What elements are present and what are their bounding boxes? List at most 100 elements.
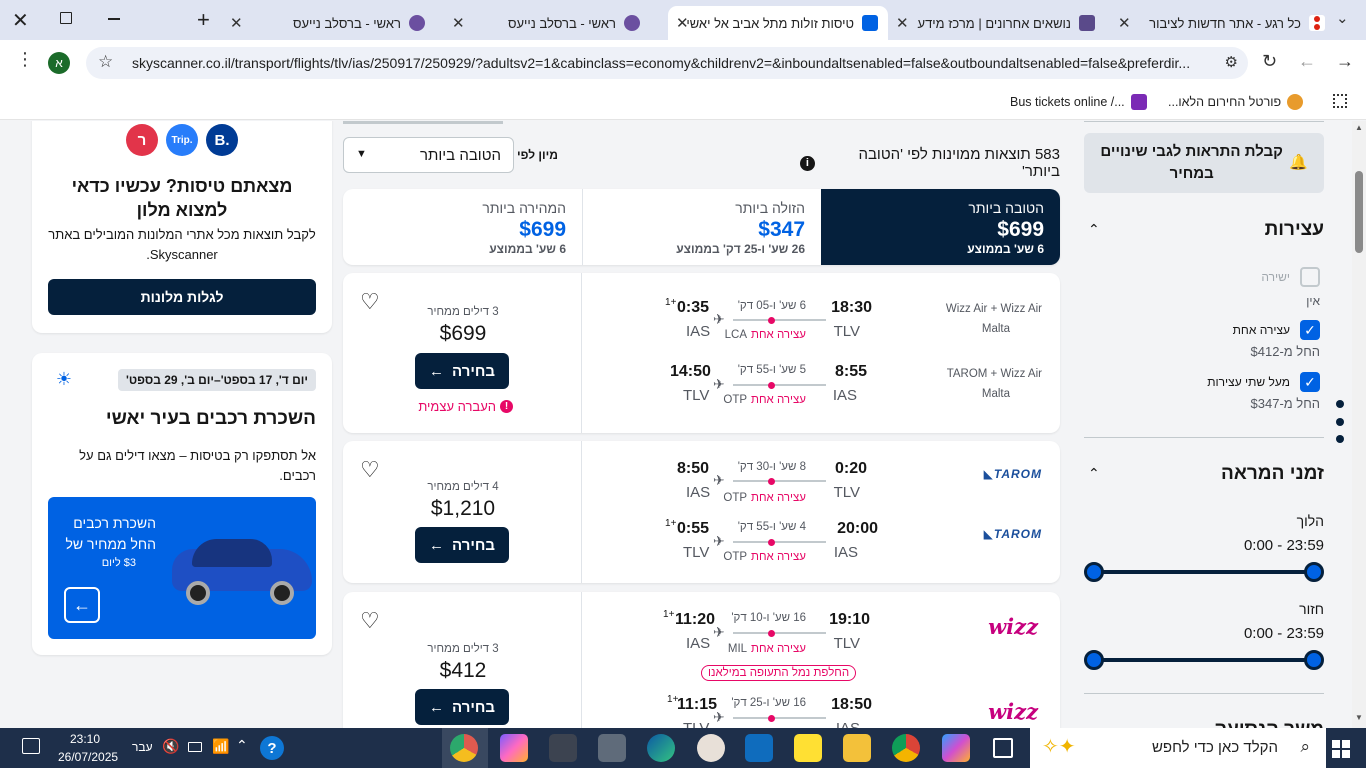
windows-start-icon[interactable] (1332, 740, 1350, 758)
collapse-chevron-icon[interactable]: ⌃ (1088, 221, 1100, 238)
tab-fastest[interactable]: המהירה ביותר $699 6 שע' בממוצע (343, 189, 582, 265)
stops-filter-title: עצירות (1264, 219, 1324, 240)
taskbar-search-box[interactable]: ⌕ הקלד כאן כדי לחפש ✦✧ (1030, 728, 1326, 768)
sort-label: מיון לפי (517, 148, 558, 162)
close-window-icon[interactable]: ✕ (12, 8, 29, 33)
flight-result-card[interactable]: ♡ 3 דילים ממחיר $699 בחירה ← ! העברה עצמי… (343, 273, 1060, 433)
checkbox-checked-icon[interactable]: ✓ (1300, 320, 1320, 340)
reload-icon[interactable]: ↻ (1262, 51, 1277, 72)
close-tab-icon[interactable]: ✕ (230, 6, 243, 40)
stop-dot (768, 382, 775, 389)
language-indicator[interactable]: עבר (132, 740, 153, 754)
stop-option-two-plus[interactable]: ✓ מעל שתי עצירות החל מ-$347 (1084, 372, 1320, 416)
close-tab-icon[interactable]: ✕ (896, 6, 909, 40)
tab-best[interactable]: הטובה ביותר $699 6 שע' בממוצע (821, 189, 1060, 265)
sticky-notes-icon[interactable] (794, 734, 822, 762)
help-icon[interactable]: ? (260, 736, 284, 760)
pagination-dot[interactable] (1336, 418, 1344, 426)
outlook-icon[interactable] (745, 734, 773, 762)
copilot-icon[interactable] (942, 734, 970, 762)
pagination-dot[interactable] (1336, 400, 1344, 408)
tab-breslev-1[interactable]: ראשי - ברסלב נייעס (470, 6, 650, 40)
select-button[interactable]: בחירה ← (415, 527, 509, 563)
discover-hotels-button[interactable]: לגלות מלונות (48, 279, 316, 315)
favorite-heart-icon[interactable]: ♡ (360, 457, 380, 483)
clock-date[interactable]: 26/07/2025 (58, 750, 118, 764)
notifications-icon[interactable] (22, 738, 40, 754)
file-explorer-icon[interactable] (843, 734, 871, 762)
network-icon[interactable]: 📶 (212, 738, 229, 755)
paint-icon[interactable] (697, 734, 725, 762)
back-icon[interactable]: ← (1298, 51, 1316, 72)
outbound-label: הלוך (1296, 513, 1324, 529)
select-button[interactable]: בחירה ← (415, 689, 509, 725)
stop-option-one[interactable]: ✓ עצירה אחת החל מ-$412 (1084, 320, 1320, 364)
return-slider[interactable] (1094, 658, 1314, 662)
scrollbar-thumb[interactable] (1355, 171, 1363, 253)
car-rental-banner[interactable]: השכרת רכבים החל ממחיר של $3 ליום ← (48, 497, 316, 639)
tab-skyscanner[interactable]: טיסות זולות מתל אביב אל יאשי ✕ (668, 6, 888, 40)
info-icon[interactable]: i (800, 155, 815, 171)
show-hidden-icons-icon[interactable]: ⌃ (236, 737, 248, 754)
departure-time: 18:30 (831, 299, 872, 316)
checkbox-checked-icon[interactable]: ✓ (1300, 372, 1320, 392)
scroll-up-arrow-icon[interactable]: ▲ (1355, 123, 1363, 132)
task-view-icon[interactable] (993, 738, 1013, 758)
scroll-down-arrow-icon[interactable]: ▼ (1355, 713, 1363, 722)
price: $412 (439, 659, 487, 682)
clock-time[interactable]: 23:10 (70, 732, 100, 746)
collapse-chevron-icon[interactable]: ⌃ (1088, 465, 1100, 482)
tab-cheapest[interactable]: הזולה ביותר $347 26 שע' ו-25 דק' בממוצע (582, 189, 821, 265)
address-bar[interactable]: ☆ skyscanner.co.il/transport/flights/tlv… (86, 47, 1248, 79)
price-alert-button[interactable]: 🔔 קבלת התראות לגבי שינויים במחיר (1084, 133, 1324, 193)
tab-recent-topics[interactable]: נושאים אחרונים | מרכז מידע (905, 6, 1105, 40)
new-tab-icon[interactable]: + (197, 7, 210, 33)
bookmark-item[interactable]: Bus tickets online /... (1010, 94, 1147, 110)
chrome-icon[interactable] (892, 734, 920, 762)
checkbox-unchecked[interactable] (1300, 267, 1320, 287)
arrow-left-button[interactable]: ← (64, 587, 100, 623)
stop-option-direct[interactable]: ישירה אין (1084, 267, 1320, 311)
pagination-dot[interactable] (1336, 435, 1344, 443)
slider-handle[interactable] (1304, 650, 1324, 670)
tab-title: ראשי - ברסלב נייעס (507, 15, 616, 31)
slider-handle[interactable] (1304, 562, 1324, 582)
tab-search-icon[interactable]: ⌄ (1336, 9, 1349, 27)
volume-icon[interactable]: 🔇 (162, 738, 179, 755)
minimize-window-icon[interactable] (108, 18, 120, 20)
close-tab-icon[interactable]: ✕ (1118, 6, 1131, 40)
flight-result-card[interactable]: ♡ 4 דילים ממחיר $1,210 בחירה ← ◣TAROM ◣TA… (343, 441, 1060, 583)
camera-icon[interactable] (598, 734, 626, 762)
tab-kol-rega[interactable]: כל רגע - אתר חדשות לציבור (1135, 6, 1335, 40)
arrival-time: 0:55 (677, 520, 710, 537)
apps-grid-icon[interactable] (1333, 94, 1347, 108)
close-tab-icon[interactable]: ✕ (676, 14, 689, 32)
favorite-heart-icon[interactable]: ♡ (360, 289, 380, 315)
edge-icon[interactable] (647, 734, 675, 762)
select-button[interactable]: בחירה ← (415, 353, 509, 389)
departure-code: TLV (833, 484, 860, 501)
favorite-heart-icon[interactable]: ♡ (360, 608, 380, 634)
site-settings-icon[interactable]: ⚙ (1225, 53, 1238, 71)
slider-handle[interactable] (1084, 650, 1104, 670)
slider-handle[interactable] (1084, 562, 1104, 582)
menu-icon[interactable]: ⋮ (16, 50, 34, 68)
tarom-logo: ◣TAROM (983, 467, 1042, 481)
m365-icon[interactable] (500, 734, 528, 762)
sort-value: הטובה ביותר (420, 147, 501, 164)
outbound-slider[interactable] (1094, 570, 1314, 574)
forward-icon[interactable]: → (1336, 51, 1354, 72)
arrival-code: IAS (686, 484, 711, 501)
bookmark-star-icon[interactable]: ☆ (98, 52, 113, 72)
calculator-icon[interactable] (549, 734, 577, 762)
battery-icon[interactable] (188, 742, 202, 752)
close-tab-icon[interactable]: ✕ (452, 6, 465, 40)
restore-window-icon[interactable] (60, 12, 72, 24)
profile-avatar[interactable]: א (48, 52, 70, 74)
bookmark-item[interactable]: פורטל החירום הלאו... (1168, 94, 1304, 110)
sort-select[interactable]: הטובה ביותר ▼ (343, 137, 514, 173)
page-scrollbar[interactable]: ▲ ▼ (1352, 121, 1366, 728)
tab-breslev-2[interactable]: ראשי - ברסלב נייעס (255, 6, 435, 40)
dropdown-caret-icon: ▼ (356, 148, 367, 160)
flight-result-card[interactable]: ♡ 3 דילים ממחיר $412 בחירה ← wizz wizz 19… (343, 592, 1060, 728)
